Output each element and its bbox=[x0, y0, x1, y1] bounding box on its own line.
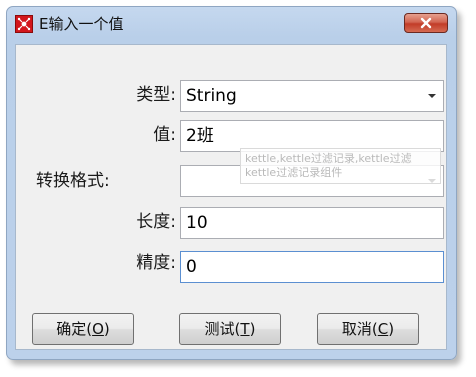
close-button[interactable] bbox=[404, 13, 448, 33]
cancel-button-label: 取消( bbox=[341, 320, 378, 338]
cancel-button-label-end: ) bbox=[388, 320, 395, 338]
test-button-label-end: ) bbox=[249, 320, 256, 338]
ok-button-label-end: ) bbox=[103, 320, 110, 338]
type-combo-dropdown[interactable] bbox=[421, 81, 443, 111]
title-bar[interactable]: E输入一个值 bbox=[7, 7, 456, 37]
test-button-mnemonic: T bbox=[240, 320, 250, 338]
ok-button-mnemonic: O bbox=[92, 320, 104, 338]
length-input[interactable]: 10 bbox=[180, 207, 444, 239]
window-title: E输入一个值 bbox=[39, 15, 124, 33]
test-button[interactable]: 测试(T) bbox=[179, 313, 281, 345]
format-label: 转换格式: bbox=[36, 171, 110, 191]
precision-input[interactable]: 0 bbox=[180, 251, 444, 283]
precision-label: 精度: bbox=[136, 253, 176, 273]
length-input-text: 10 bbox=[186, 213, 208, 233]
watermark-text: kettle,kettle过滤记录,kettle过滤 kettle过滤记录组件 bbox=[245, 152, 412, 179]
ok-button[interactable]: 确定(O) bbox=[32, 313, 134, 345]
kettle-app-icon bbox=[15, 15, 33, 33]
precision-input-text: 0 bbox=[186, 257, 197, 277]
type-label: 类型: bbox=[136, 85, 176, 105]
cancel-button[interactable]: 取消(C) bbox=[317, 313, 419, 345]
test-button-label: 测试( bbox=[204, 320, 241, 338]
ok-button-label: 确定( bbox=[56, 320, 93, 338]
length-label: 长度: bbox=[136, 212, 176, 232]
cancel-button-mnemonic: C bbox=[377, 320, 389, 338]
watermark-tooltip: kettle,kettle过滤记录,kettle过滤 kettle过滤记录组件 bbox=[240, 148, 441, 184]
value-input-text: 2班 bbox=[186, 126, 214, 146]
type-combo[interactable]: String bbox=[180, 80, 444, 112]
type-combo-value: String bbox=[186, 86, 237, 106]
value-label: 值: bbox=[153, 125, 176, 145]
dialog-body: 类型: String 值: 2班 转换格式: 长度: 10 精度: 0 确定(O… bbox=[15, 44, 447, 350]
